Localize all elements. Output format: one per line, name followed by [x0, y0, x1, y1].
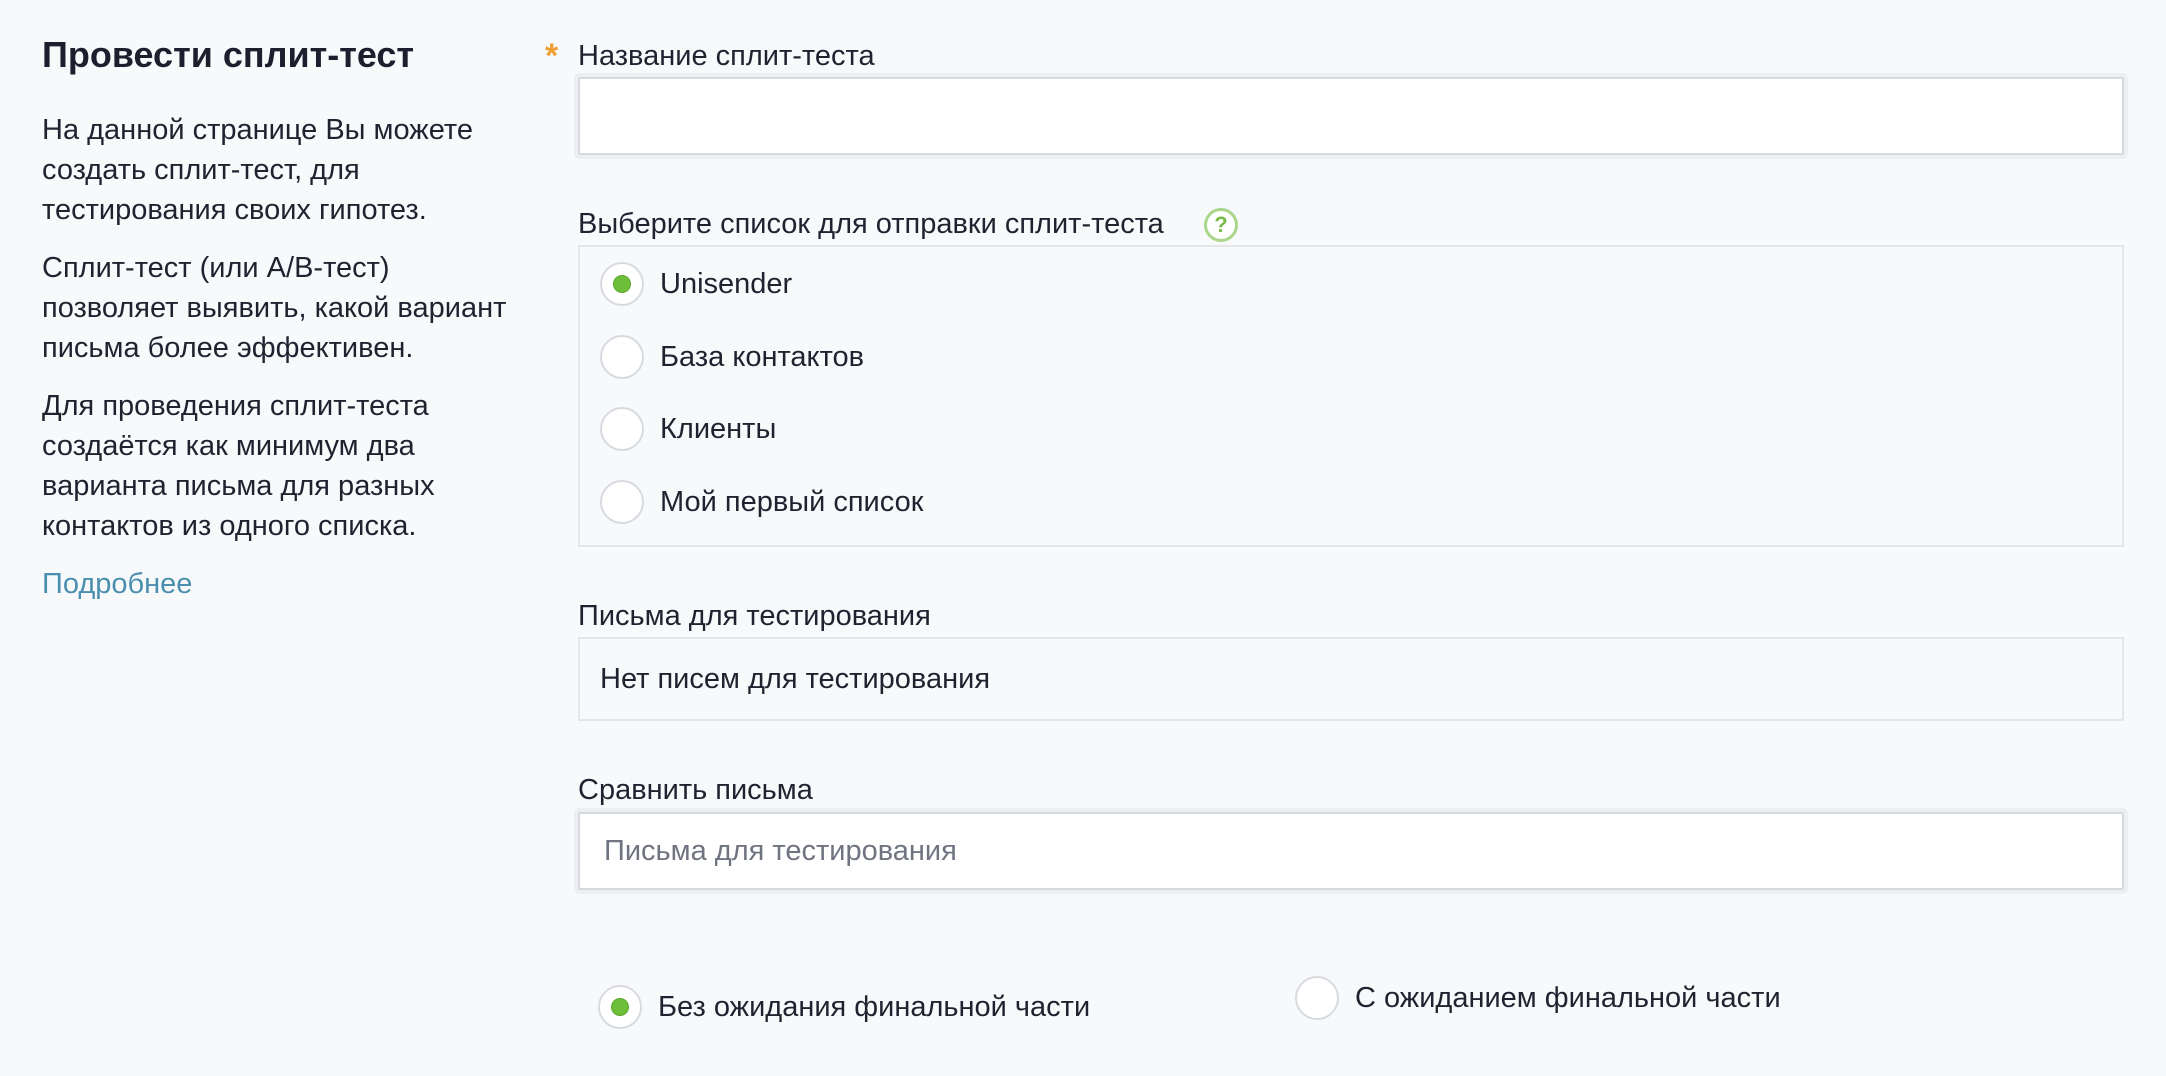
mode-option-wait[interactable]: С ожиданием финальной части [1295, 974, 1781, 1022]
more-info-link[interactable]: Подробнее [42, 564, 192, 604]
radio-button[interactable] [1295, 976, 1339, 1020]
split-test-name-label: Название сплит-теста [578, 40, 875, 72]
compare-letters-input[interactable] [578, 812, 2124, 890]
description-paragraph-2: Сплит-тест (или A/B-тест) позволяет выяв… [42, 252, 507, 364]
list-option-label: Unisender [660, 267, 793, 300]
radio-button-checked[interactable] [600, 262, 644, 306]
list-option-clients[interactable]: Клиенты [600, 405, 776, 453]
split-test-name-input[interactable] [578, 77, 2124, 155]
page-title: Провести сплит-тест [42, 34, 415, 75]
description-paragraph-3: Для проведения сплит-теста создаётся как… [42, 390, 435, 542]
list-select-label: Выберите список для отправки сплит-теста [578, 208, 1164, 240]
question-circle-icon[interactable]: ? [1204, 208, 1238, 242]
list-option-label: База контактов [660, 340, 865, 373]
list-option-label: Клиенты [660, 412, 777, 445]
list-option-label: Мой первый список [660, 485, 924, 518]
mode-option-label: С ожиданием финальной части [1355, 981, 1781, 1014]
list-radio-group: Unisender База контактов Клиенты Мой пер… [578, 245, 2124, 547]
radio-button[interactable] [600, 480, 644, 524]
sidebar-info: Провести сплит-тест На данной странице В… [42, 30, 512, 604]
description-paragraph-1: На данной странице Вы можете создать спл… [42, 114, 473, 226]
list-option-contacts-base[interactable]: База контактов [600, 333, 864, 381]
radio-button-checked[interactable] [598, 985, 642, 1029]
split-test-page: Провести сплит-тест На данной странице В… [0, 0, 2166, 1076]
mode-option-no-wait[interactable]: Без ожидания финальной части [598, 983, 1090, 1031]
test-letters-box: Нет писем для тестирования [578, 637, 2124, 721]
radio-button[interactable] [600, 407, 644, 451]
list-option-my-first-list[interactable]: Мой первый список [600, 478, 923, 526]
radio-button[interactable] [600, 335, 644, 379]
list-option-unisender[interactable]: Unisender [600, 260, 792, 308]
mode-option-label: Без ожидания финальной части [658, 990, 1091, 1023]
no-letters-message: Нет писем для тестирования [600, 662, 991, 695]
compare-letters-label: Сравнить письма [578, 774, 813, 806]
required-asterisk: * [545, 37, 559, 75]
test-letters-label: Письма для тестирования [578, 600, 931, 632]
